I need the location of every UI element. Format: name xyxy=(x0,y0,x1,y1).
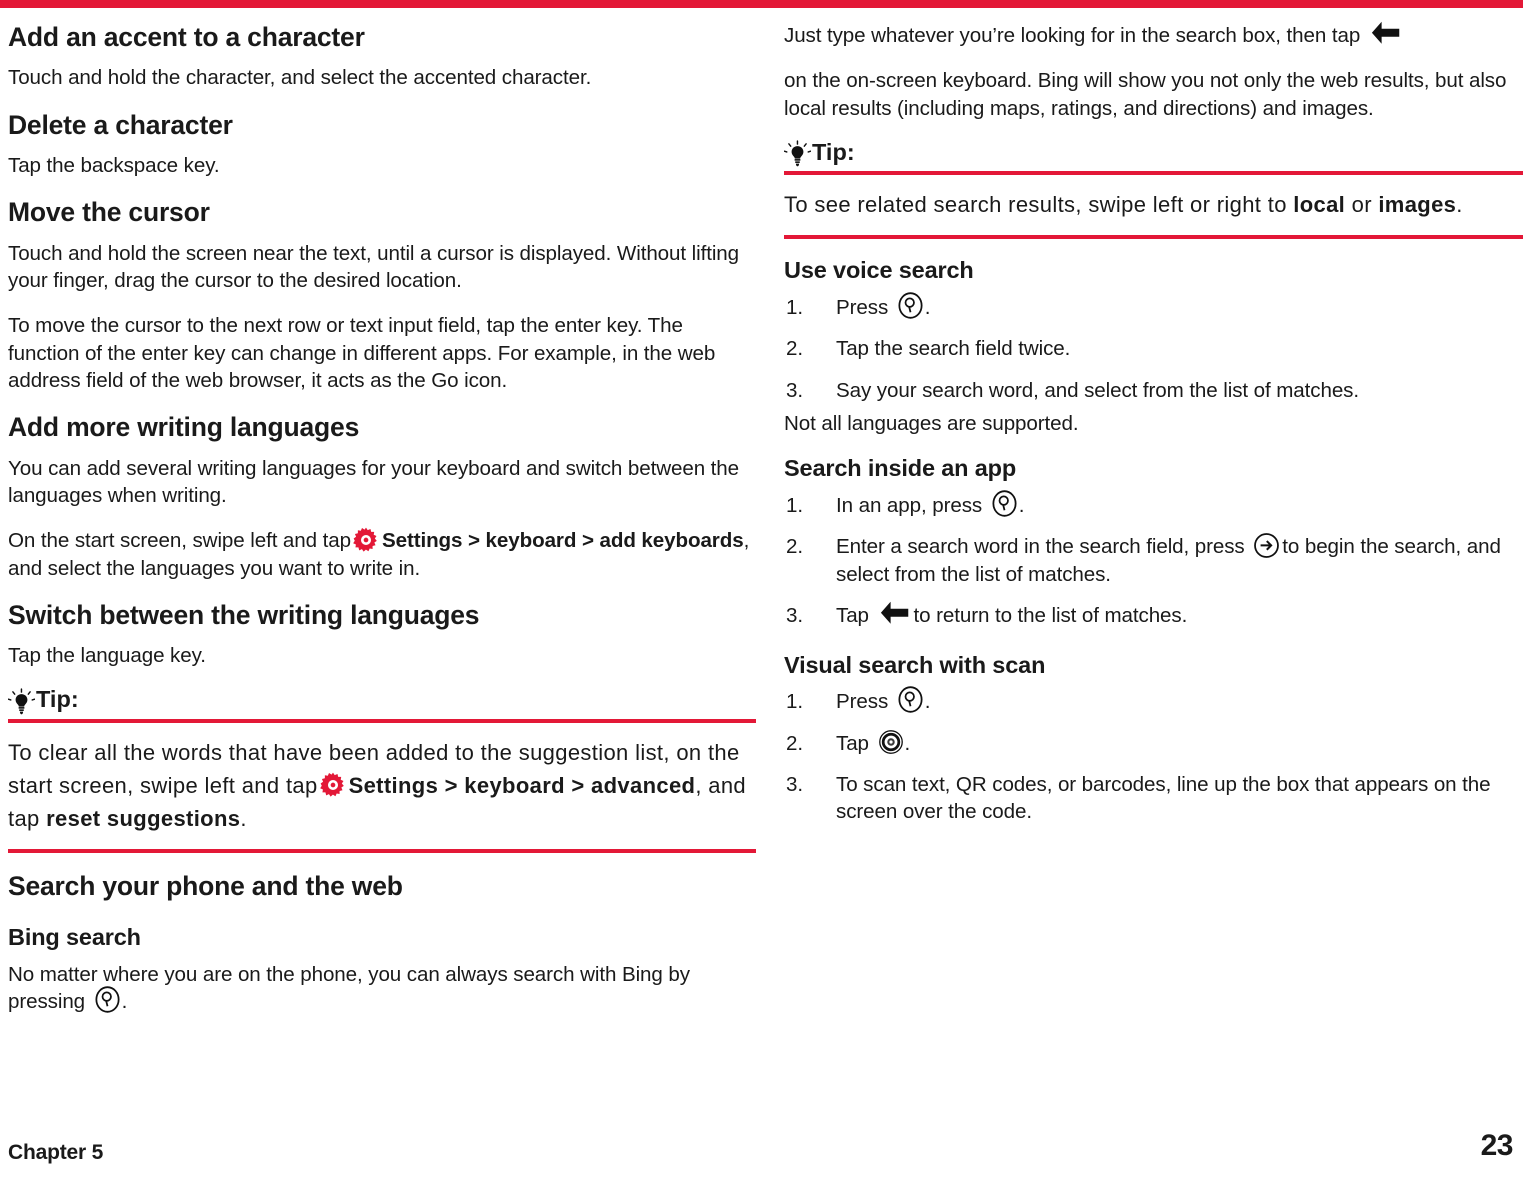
section-heading-add-writing-languages: Add more writing languages xyxy=(8,412,360,443)
subsection-heading-voice-search: Use voice search xyxy=(784,257,974,284)
text-fragment: In an app, press xyxy=(836,494,983,518)
steps-visual-search-scan: Press . Tap . To scan text, QR codes, or… xyxy=(784,686,1523,826)
emphasis-reset-suggestions: reset suggestions xyxy=(46,805,241,831)
paragraph-add-writing-languages-1: You can add several writing languages fo… xyxy=(8,456,739,508)
list-item: Tap the search field twice. xyxy=(786,335,1071,363)
list-item: Say your search word, and select from th… xyxy=(786,377,1360,405)
section-heading-add-accent: Add an accent to a character xyxy=(8,22,365,52)
section-heading-move-cursor: Move the cursor xyxy=(8,197,210,228)
search-key-icon xyxy=(94,986,121,1013)
text-fragment: . xyxy=(924,295,931,319)
emphasis-settings-path: Settings > keyboard > advanced xyxy=(348,772,696,798)
section-heading-search-phone-web: Search your phone and the web xyxy=(8,870,403,901)
enter-arrow-icon xyxy=(1253,532,1280,559)
text-fragment: . xyxy=(904,731,911,755)
steps-search-inside-app: In an app, press . Enter a search word i… xyxy=(784,490,1523,630)
emphasis-local: local xyxy=(1293,192,1346,218)
emphasis-images: images xyxy=(1378,192,1457,218)
tip-label: Tip: xyxy=(36,686,79,713)
tip-header-left: Tip: xyxy=(8,686,756,715)
scan-icon xyxy=(878,729,904,755)
lightbulb-icon xyxy=(784,140,811,167)
left-column: Add an accent to a character Touch and h… xyxy=(8,22,756,1016)
text-fragment: . xyxy=(240,805,247,831)
footer-chapter-label: Chapter 5 xyxy=(8,1141,104,1164)
list-item: Tap to return to the list of matches. xyxy=(784,600,1523,630)
paragraph-switch-writing-languages: Tap the language key. xyxy=(8,644,206,668)
tip-text-right: To see related search results, swipe lef… xyxy=(784,188,1523,221)
search-key-icon xyxy=(897,292,924,319)
text-fragment: Enter a search word in the search field,… xyxy=(836,535,1245,559)
two-column-layout: Add an accent to a character Touch and h… xyxy=(8,21,1523,1016)
text-fragment: Tap xyxy=(836,604,869,628)
text-fragment: To see related search results, swipe lef… xyxy=(784,192,1287,218)
emphasis-settings-path: Settings > keyboard > add keyboards xyxy=(381,529,744,553)
list-item: Press . xyxy=(784,292,1523,322)
lightbulb-icon xyxy=(8,688,35,715)
tip-label: Tip: xyxy=(812,138,855,165)
footer-page-number: 23 xyxy=(1480,1129,1514,1162)
search-key-icon xyxy=(991,490,1018,517)
section-heading-delete-character: Delete a character xyxy=(8,109,233,140)
tip-header-right: Tip: xyxy=(784,138,1523,167)
list-item: Tap . xyxy=(784,729,1523,758)
search-key-icon xyxy=(897,686,924,714)
paragraph-add-accent: Touch and hold the character, and select… xyxy=(8,66,592,90)
list-item: Press . xyxy=(784,686,1523,716)
text-fragment: Just type whatever you’re looking for in… xyxy=(784,24,1361,47)
paragraph-add-writing-languages-2: On the start screen, swipe left and tap S… xyxy=(8,527,756,582)
page-footer: Chapter 5 23 xyxy=(8,1125,1514,1165)
gear-icon xyxy=(319,772,346,798)
back-arrow-icon xyxy=(1370,20,1401,47)
tip-text-left: To clear all the words that have been ad… xyxy=(8,736,756,835)
gear-icon xyxy=(353,527,379,553)
text-fragment: . xyxy=(1018,494,1025,518)
list-item: To scan text, QR codes, or barcodes, lin… xyxy=(786,771,1491,824)
back-arrow-icon xyxy=(879,600,910,627)
right-column: Just type whatever you’re looking for in… xyxy=(784,20,1523,1016)
paragraph-move-cursor-1: Touch and hold the screen near the text,… xyxy=(8,241,739,292)
subsection-heading-visual-search-scan: Visual search with scan xyxy=(784,651,1046,678)
paragraph-bing-search: No matter where you are on the phone, yo… xyxy=(8,961,756,1016)
tip-box-right: To see related search results, swipe lef… xyxy=(784,171,1523,240)
text-fragment: Press xyxy=(836,295,889,319)
text-fragment: . xyxy=(121,990,128,1014)
paragraph-voice-search-note: Not all languages are supported. xyxy=(784,411,1079,435)
section-heading-switch-writing-languages: Switch between the writing languages xyxy=(8,600,480,631)
text-fragment: to return to the list of matches. xyxy=(913,604,1188,628)
text-fragment: On the start screen, swipe left and tap xyxy=(8,529,351,553)
text-fragment: Press xyxy=(836,690,889,714)
text-fragment: . xyxy=(924,690,931,714)
paragraph-bing-type-search: Just type whatever you’re looking for in… xyxy=(784,20,1523,49)
text-fragment: Tap xyxy=(836,731,869,755)
subsection-heading-search-inside-app: Search inside an app xyxy=(784,455,1017,482)
top-accent-rule xyxy=(0,0,1523,8)
steps-voice-search: Press . Tap the search field twice. Say … xyxy=(784,292,1523,405)
manual-page: Add an accent to a character Touch and h… xyxy=(0,8,1523,1179)
text-fragment: . xyxy=(1456,192,1463,218)
text-fragment: or xyxy=(1351,192,1372,218)
tip-box-left: To clear all the words that have been ad… xyxy=(8,718,756,853)
list-item: In an app, press . xyxy=(784,490,1523,520)
paragraph-delete-character: Tap the backspace key. xyxy=(8,153,220,177)
paragraph-move-cursor-2: To move the cursor to the next row or te… xyxy=(8,314,716,393)
subsection-heading-bing-search: Bing search xyxy=(8,924,141,951)
paragraph-bing-results: on the on-screen keyboard. Bing will sho… xyxy=(784,69,1507,120)
list-item: Enter a search word in the search field,… xyxy=(784,532,1523,588)
